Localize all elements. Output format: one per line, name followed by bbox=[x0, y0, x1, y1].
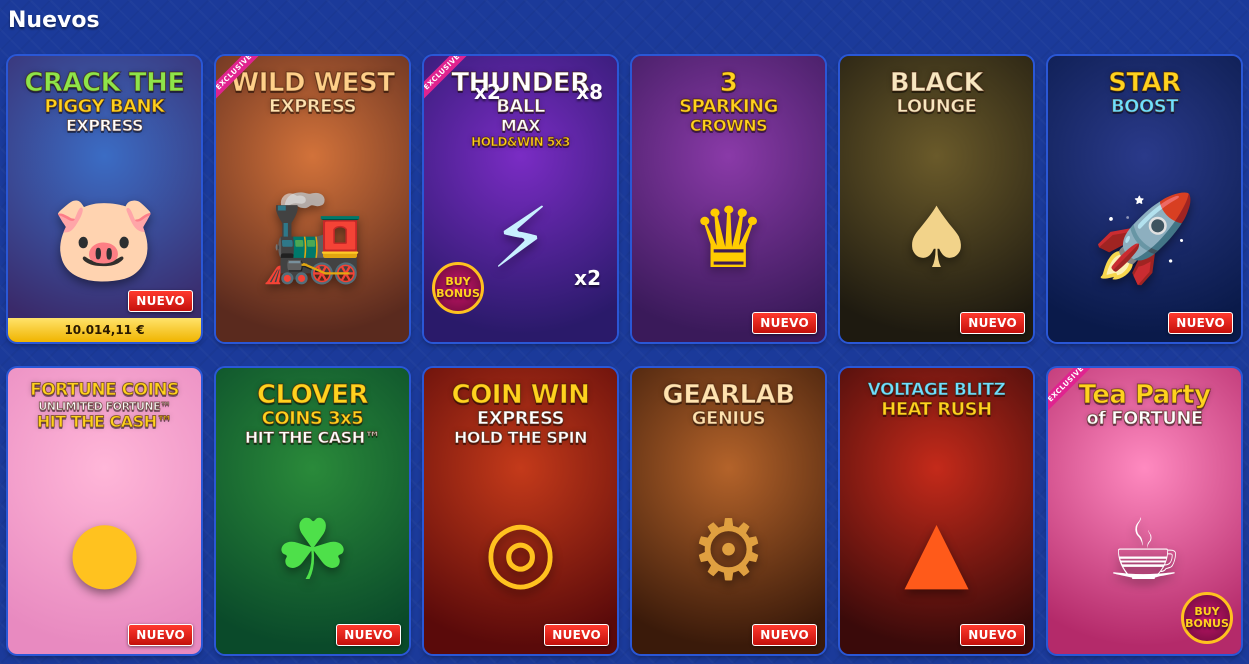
game-title: VOLTAGE BLITZ HEAT RUSH bbox=[846, 380, 1027, 421]
rocket-icon: 🚀 bbox=[1092, 189, 1197, 287]
nuevo-badge: NUEVO bbox=[544, 624, 609, 646]
game-title-line: 3 bbox=[719, 68, 738, 98]
game-tile[interactable]: 🚂 WILD WEST EXPRESS EXCLUSIVE bbox=[216, 56, 409, 342]
nuevo-badge: NUEVO bbox=[1168, 312, 1233, 334]
game-tile[interactable]: 🚀 STAR BOOST NUEVO bbox=[1048, 56, 1241, 342]
game-title-line: SPARKING bbox=[679, 96, 779, 117]
game-tile[interactable]: ☕ Tea Party of FORTUNE BUY BONUS EXCLUSIVE bbox=[1048, 368, 1241, 654]
game-title-line: CLOVER bbox=[256, 380, 369, 410]
game-title: GEARLAB GENIUS bbox=[638, 382, 819, 430]
coin-icon: ● bbox=[67, 501, 142, 599]
game-tile[interactable]: ⚡ THUNDER BALL MAX HOLD&WIN 5x3 x2 x8 x2 BUY BON… bbox=[424, 56, 617, 342]
game-title-line: CRACK THE bbox=[24, 68, 186, 98]
game-title-line: BOOST bbox=[1110, 96, 1179, 117]
game-title-line: EXPRESS bbox=[268, 96, 357, 117]
game-title-line: MAX bbox=[500, 116, 541, 135]
game-title-line: UNLIMITED FORTUNE™ bbox=[38, 400, 172, 413]
game-title-line: HOLD THE SPIN bbox=[454, 428, 588, 447]
game-title: CLOVER COINS 3x5 HIT THE CASH™ bbox=[222, 382, 403, 448]
coin-machine-icon: ◎ bbox=[483, 501, 558, 599]
game-tile[interactable]: ♛ 3 SPARKING CROWNS NUEVO bbox=[632, 56, 825, 342]
game-title: STAR BOOST bbox=[1054, 70, 1235, 118]
game-title-line: WILD WEST bbox=[230, 68, 395, 98]
nuevo-badge: NUEVO bbox=[752, 624, 817, 646]
game-title: WILD WEST EXPRESS bbox=[222, 70, 403, 118]
game-tile[interactable]: ▲ VOLTAGE BLITZ HEAT RUSH NUEVO bbox=[840, 368, 1033, 654]
clover-icon: ☘ bbox=[274, 501, 351, 599]
game-title-line: VOLTAGE BLITZ bbox=[867, 380, 1006, 400]
nuevo-badge: NUEVO bbox=[960, 312, 1025, 334]
multiplier-label: x2 bbox=[474, 80, 501, 104]
jackpot-amount: 10.014,11 € bbox=[8, 318, 201, 342]
game-title: 3 SPARKING CROWNS bbox=[638, 70, 819, 136]
game-tile[interactable]: ⚙ GEARLAB GENIUS NUEVO bbox=[632, 368, 825, 654]
game-title: COIN WIN EXPRESS HOLD THE SPIN bbox=[430, 382, 611, 448]
game-tile[interactable]: ● FORTUNE COINS UNLIMITED FORTUNE™ HIT THE … bbox=[8, 368, 201, 654]
game-title-line: HOLD&WIN 5x3 bbox=[471, 135, 571, 149]
game-title-line: STAR bbox=[1108, 68, 1182, 98]
multiplier-label: x2 bbox=[574, 266, 601, 290]
piggy-bank-icon: 🐷 bbox=[52, 189, 157, 287]
section-title: Nuevos bbox=[8, 8, 100, 33]
game-title-line: HIT THE CASH™ bbox=[244, 428, 381, 447]
game-title-line: EXPRESS bbox=[476, 408, 565, 429]
games-grid: 🐷 CRACK THE PIGGY BANK EXPRESS 10.014,11 € NU… bbox=[8, 56, 1241, 654]
nuevo-badge: NUEVO bbox=[336, 624, 401, 646]
game-title-line: EXPRESS bbox=[65, 116, 144, 135]
game-title-line: COIN WIN bbox=[451, 380, 590, 410]
game-title-line: FORTUNE COINS bbox=[30, 380, 180, 400]
game-title-line: BLACK bbox=[889, 68, 984, 98]
train-icon: 🚂 bbox=[260, 189, 365, 287]
game-title: Tea Party of FORTUNE bbox=[1054, 382, 1235, 430]
buy-bonus-label: BUY BONUS bbox=[1181, 592, 1233, 644]
nuevo-badge: NUEVO bbox=[128, 290, 193, 312]
nuevo-badge: NUEVO bbox=[752, 312, 817, 334]
teacup-icon: ☕ bbox=[1106, 501, 1183, 599]
game-title-line: HIT THE CASH™ bbox=[36, 412, 173, 431]
game-title: FORTUNE COINS UNLIMITED FORTUNE™ HIT THE C… bbox=[14, 380, 195, 432]
game-title: CRACK THE PIGGY BANK EXPRESS bbox=[14, 70, 195, 136]
game-title-line: of FORTUNE bbox=[1086, 408, 1204, 429]
volcano-icon: ▲ bbox=[904, 501, 969, 599]
game-title-line: COINS 3x5 bbox=[261, 408, 364, 429]
gear-icon: ⚙ bbox=[690, 501, 767, 599]
game-tile[interactable]: ◎ COIN WIN EXPRESS HOLD THE SPIN NUEVO bbox=[424, 368, 617, 654]
crown-icon: ♛ bbox=[690, 189, 767, 287]
game-title-line: Tea Party bbox=[1078, 380, 1212, 410]
game-title-line: LOUNGE bbox=[896, 96, 977, 117]
nuevo-badge: NUEVO bbox=[960, 624, 1025, 646]
game-tile[interactable]: 🐷 CRACK THE PIGGY BANK EXPRESS 10.014,11 € NU… bbox=[8, 56, 201, 342]
game-title-line: HEAT RUSH bbox=[881, 399, 993, 420]
buy-bonus-label: BUY BONUS bbox=[432, 262, 484, 314]
game-tile[interactable]: ♠ BLACK LOUNGE NUEVO bbox=[840, 56, 1033, 342]
spade-icon: ♠ bbox=[898, 189, 975, 287]
game-title-line: CROWNS bbox=[689, 116, 768, 135]
game-tile[interactable]: ☘ CLOVER COINS 3x5 HIT THE CASH™ NUEVO bbox=[216, 368, 409, 654]
game-title-line: PIGGY BANK bbox=[44, 96, 166, 117]
game-title-line: GEARLAB bbox=[662, 380, 796, 410]
multiplier-label: x8 bbox=[576, 80, 603, 104]
game-title: BLACK LOUNGE bbox=[846, 70, 1027, 118]
game-title-line: GENIUS bbox=[691, 408, 766, 429]
nuevo-badge: NUEVO bbox=[128, 624, 193, 646]
